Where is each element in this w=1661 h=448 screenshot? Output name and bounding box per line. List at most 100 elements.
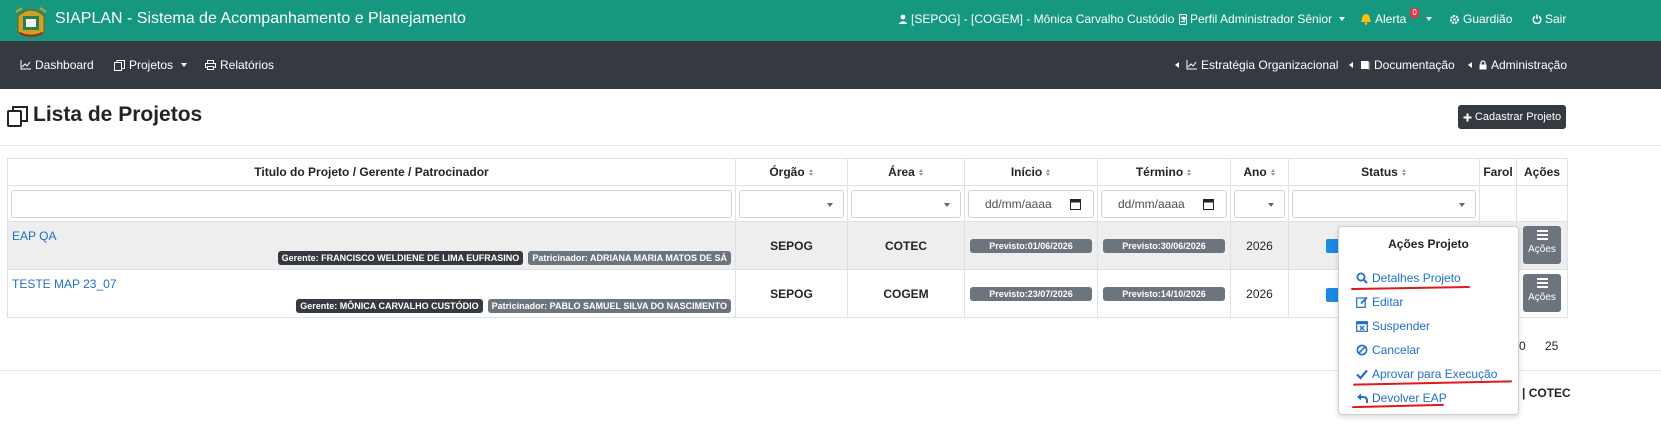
page-size-value[interactable]: 25 [1545,339,1558,353]
user-menu[interactable]: [SEPOG] - [COGEM] - Mônica Carvalho Cust… [898,12,1188,26]
alert-menu[interactable]: Alerta 0 [1360,8,1432,26]
col-header-orgao[interactable]: Órgão [735,158,848,186]
reply-icon [1357,393,1368,403]
guardiao-link[interactable]: Guardião [1449,12,1512,26]
gerente-badge: Gerente: MÔNICA CARVALHO CUSTÓDIO [296,299,483,313]
dropdown-header: Ações Projeto [1388,237,1469,251]
menu-item-devolver-eap[interactable]: Devolver EAP [1356,391,1447,405]
table-header-row: Titulo do Projeto / Gerente / Patrocinad… [7,158,1568,186]
menu-item-label: Editar [1372,295,1404,309]
main-navbar: Dashboard Projetos Relatórios Estratégia… [0,41,1661,89]
menu-item-aprovar-execucao[interactable]: Aprovar para Execução [1356,367,1497,381]
filter-termino-date[interactable]: dd/mm/aaaa [1101,189,1227,218]
bars-icon [1536,278,1548,288]
patrocinador-badge: Patricinador: PABLO SAMUEL SILVA DO NASC… [487,299,731,313]
calendar-times-icon [1356,321,1368,332]
menu-item-cancelar[interactable]: Cancelar [1356,343,1420,357]
area-cell: COTEC [847,221,965,270]
user-icon [898,14,908,24]
project-title-link[interactable]: EAP QA [12,229,56,243]
project-title-link[interactable]: TESTE MAP 23_07 [12,277,117,291]
col-header-farol: Farol [1479,158,1517,186]
cadastrar-projeto-button[interactable]: Cadastrar Projeto [1458,105,1566,129]
menu-item-label: Cancelar [1372,343,1421,357]
col-header-area[interactable]: Área [847,158,965,186]
check-icon [1356,369,1368,380]
col-header-termino[interactable]: Término [1097,158,1231,186]
guardiao-label: Guardião [1463,12,1513,26]
nav-documentacao-label: Documentação [1374,58,1455,72]
menu-item-suspender[interactable]: Suspender [1356,319,1430,333]
orgao-cell: SEPOG [735,221,848,270]
filter-area-select[interactable] [851,189,961,218]
nav-projetos[interactable]: Projetos [114,58,188,72]
footer-text: | COTEC [1522,386,1571,400]
patrocinador-badge: Patricinador: ADRIANA MARIA MATOS DE SÁ [528,251,731,265]
nav-relatorios-label: Relatórios [220,58,275,72]
print-icon [205,60,216,70]
nav-documentacao[interactable]: Documentação [1349,58,1455,72]
id-card-icon [1179,13,1187,25]
orgao-cell: SEPOG [735,269,848,318]
filter-orgao-select[interactable] [739,189,844,218]
col-header-ano[interactable]: Ano [1230,158,1289,186]
nav-dashboard-label: Dashboard [35,58,94,72]
lock-icon [1479,60,1487,70]
menu-item-label: Aprovar para Execução [1372,367,1498,381]
acoes-button-label: Ações [1528,244,1556,255]
edit-icon [1356,296,1368,308]
filter-status-select[interactable] [1292,189,1476,218]
acoes-button-label: Ações [1528,292,1556,303]
calendar-icon[interactable] [1203,198,1214,210]
cadastrar-projeto-label: Cadastrar Projeto [1474,111,1562,123]
ano-cell: 2026 [1230,221,1289,270]
exit-link[interactable]: Sair [1532,12,1566,26]
alert-count-badge: 0 [1410,8,1419,18]
line-chart-icon [20,60,31,70]
divider [0,145,1661,146]
page-title: Lista de Projetos [33,103,203,126]
nav-dashboard[interactable]: Dashboard [20,58,94,72]
calendar-icon[interactable] [1070,198,1081,210]
app-title: SIAPLAN - Sistema de Acompanhamento e Pl… [55,10,466,27]
nav-estrategia[interactable]: Estratégia Organizacional [1175,58,1338,72]
acoes-button[interactable]: Ações [1523,274,1561,312]
copy-icon [7,105,29,127]
profile-menu[interactable]: Perfil Administrador Sênior [1179,12,1346,26]
line-chart-icon [1186,60,1197,70]
filter-titulo-input[interactable] [11,189,732,218]
top-bar: SIAPLAN - Sistema de Acompanhamento e Pl… [0,0,1661,41]
power-icon [1532,14,1542,24]
inicio-badge: Previsto:23/07/2026 [970,287,1092,301]
bars-icon [1536,230,1548,240]
filter-ano-select[interactable] [1234,189,1285,218]
filter-inicio-date[interactable]: dd/mm/aaaa [968,189,1094,218]
profile-menu-label: Perfil Administrador Sênior [1190,12,1333,26]
area-cell: COGEM [847,269,965,318]
exit-label: Sair [1545,12,1567,26]
filter-row: dd/mm/aaaa dd/mm/aaaa [7,185,1568,222]
siaplan-logo-icon [12,2,50,39]
search-icon [1356,272,1368,284]
alert-label: Alerta [1375,12,1407,26]
col-header-acoes: Ações [1516,158,1568,186]
acoes-button[interactable]: Ações [1523,226,1561,264]
termino-badge: Previsto:30/06/2026 [1103,239,1225,253]
acoes-projeto-dropdown: Ações Projeto Detalhes Projeto Editar Su… [1338,226,1519,415]
inicio-badge: Previsto:01/06/2026 [970,239,1092,253]
ban-icon [1356,344,1368,356]
menu-item-detalhes-projeto[interactable]: Detalhes Projeto [1356,271,1461,285]
pagination-value[interactable]: 0 [1519,339,1526,353]
ano-cell: 2026 [1230,269,1289,318]
menu-item-editar[interactable]: Editar [1356,295,1403,309]
plus-icon [1463,113,1472,121]
nav-administracao[interactable]: Administração [1468,58,1567,72]
menu-item-label: Detalhes Projeto [1372,271,1461,285]
col-header-inicio[interactable]: Início [964,158,1098,186]
book-icon [1361,61,1370,70]
nav-relatorios[interactable]: Relatórios [205,58,274,72]
bell-icon [1361,14,1371,25]
col-header-status[interactable]: Status [1288,158,1480,186]
nav-administracao-label: Administração [1491,58,1568,72]
col-header-titulo[interactable]: Titulo do Projeto / Gerente / Patrocinad… [7,158,736,186]
